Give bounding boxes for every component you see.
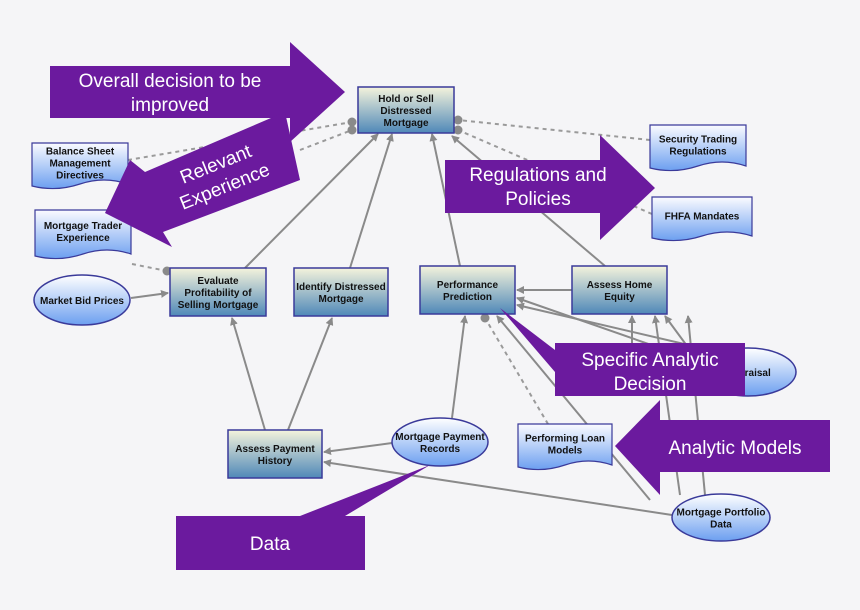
node-label: Performance Prediction (437, 280, 499, 303)
node-market[interactable]: Market Bid Prices (33, 274, 131, 326)
node-label-line: Regulations (669, 147, 727, 158)
node-label: FHFA Mandates (665, 212, 740, 223)
node-label-line: Mortgage (319, 294, 364, 305)
node-label-line: Performance (437, 280, 499, 291)
influence-diagram: Hold or Sell Distressed MortgageSecurity T… (31, 42, 830, 570)
node-label-line: Selling Mortgage (178, 300, 259, 311)
link-endpoint-dot (347, 117, 357, 127)
influence-arrow (323, 442, 393, 456)
influence-arrow (230, 317, 266, 431)
node-loanmodels[interactable]: Performing Loan Models (517, 423, 613, 471)
node-label-line: Hold or Sell (378, 94, 434, 105)
callout-data-shape (176, 465, 430, 570)
callout-regulations-text-line: Regulations and (469, 165, 606, 186)
informational-link (131, 263, 168, 272)
informational-link (457, 119, 651, 141)
node-label-line: Evaluate (197, 276, 239, 287)
node-label-line: Security Trading (659, 135, 737, 146)
influence-arrow (349, 133, 394, 269)
callout-specific-decision-text-line: Specific Analytic (581, 350, 718, 371)
callout-data-text: Data (250, 534, 291, 555)
node-label-line: Records (420, 444, 460, 455)
influence-arrow (130, 289, 169, 299)
callout-regulations: Regulations and Policies (445, 135, 655, 240)
node-fhfa[interactable]: FHFA Mandates (651, 196, 753, 242)
node-label: Security Trading Regulations (659, 135, 737, 158)
node-label-line: Prediction (443, 292, 492, 303)
callout-overall-decision-text-line: improved (131, 95, 209, 116)
node-label-line: Identify Distressed (296, 282, 385, 293)
node-label-line: Management (49, 159, 111, 170)
node-payhist[interactable]: Assess Payment History (227, 429, 323, 479)
node-payrec[interactable]: Mortgage Payment Records (391, 417, 489, 467)
node-label-line: Mortgage Trader (44, 221, 122, 232)
callout-analytic-models: Analytic Models (615, 400, 830, 495)
node-security[interactable]: Security Trading Regulations (649, 124, 747, 172)
node-label: Hold or Sell Distressed Mortgage (378, 94, 434, 129)
node-evaluate[interactable]: Evaluate Profitability of Selling Mortgage (169, 267, 267, 317)
node-label-line: Performing Loan (525, 434, 605, 445)
callout-specific-decision-text-line: Decision (614, 374, 687, 395)
node-label-line: Models (548, 446, 583, 457)
node-label-line: FHFA Mandates (665, 212, 740, 223)
callout-regulations-shape (445, 135, 655, 240)
node-label-line: Assess Payment (235, 444, 315, 455)
node-label-line: Profitability of (184, 288, 252, 299)
node-label-line: Data (710, 520, 732, 531)
influence-arrow (451, 315, 469, 419)
node-hold[interactable]: Hold or Sell Distressed Mortgage (357, 86, 455, 134)
node-label-line: History (258, 456, 293, 467)
node-label-line: Assess Home (587, 280, 653, 291)
node-label: Market Bid Prices (40, 296, 124, 307)
callout-overall-decision-text-line: Overall decision to be (79, 71, 262, 92)
callout-overall-decision: Overall decision to be improved (50, 42, 345, 142)
node-label-line: Market Bid Prices (40, 296, 124, 307)
callout-regulations-text-line: Policies (505, 189, 570, 210)
node-portfolio[interactable]: Mortgage Portfolio Data (671, 493, 771, 542)
link-endpoint-dot (453, 125, 463, 135)
callout-data: Data (176, 465, 430, 570)
node-performance[interactable]: Performance Prediction (419, 265, 516, 315)
informational-link (484, 317, 549, 425)
informational-link (299, 129, 353, 151)
node-label-line: Distressed (380, 106, 431, 117)
node-balance[interactable]: Balance Sheet Management Directives (31, 142, 129, 190)
node-label-line: Experience (56, 233, 110, 244)
link-endpoint-dot (347, 125, 357, 135)
node-label-line: Equity (604, 292, 635, 303)
node-label-line: Mortgage Payment (395, 432, 485, 443)
link-endpoint-dot (480, 313, 490, 323)
callout-data-text-line: Data (250, 534, 291, 555)
node-label-line: Directives (56, 171, 104, 182)
callout-relevant-experience: RelevantExperience (105, 112, 300, 247)
callout-analytic-models-text-line: Analytic Models (668, 438, 801, 459)
callout-analytic-models-text: Analytic Models (668, 438, 801, 459)
influence-arrow (287, 317, 334, 431)
node-equity[interactable]: Assess Home Equity (571, 265, 668, 315)
callout-specific-decision: Specific Analytic Decision (500, 308, 745, 396)
node-label-line: Mortgage (384, 118, 429, 129)
node-identify[interactable]: Identify Distressed Mortgage (293, 267, 389, 317)
node-label-line: Balance Sheet (46, 147, 115, 158)
link-endpoint-dot (453, 115, 463, 125)
callout-overall-decision-shape (50, 42, 345, 142)
node-label-line: Mortgage Portfolio (677, 508, 766, 519)
